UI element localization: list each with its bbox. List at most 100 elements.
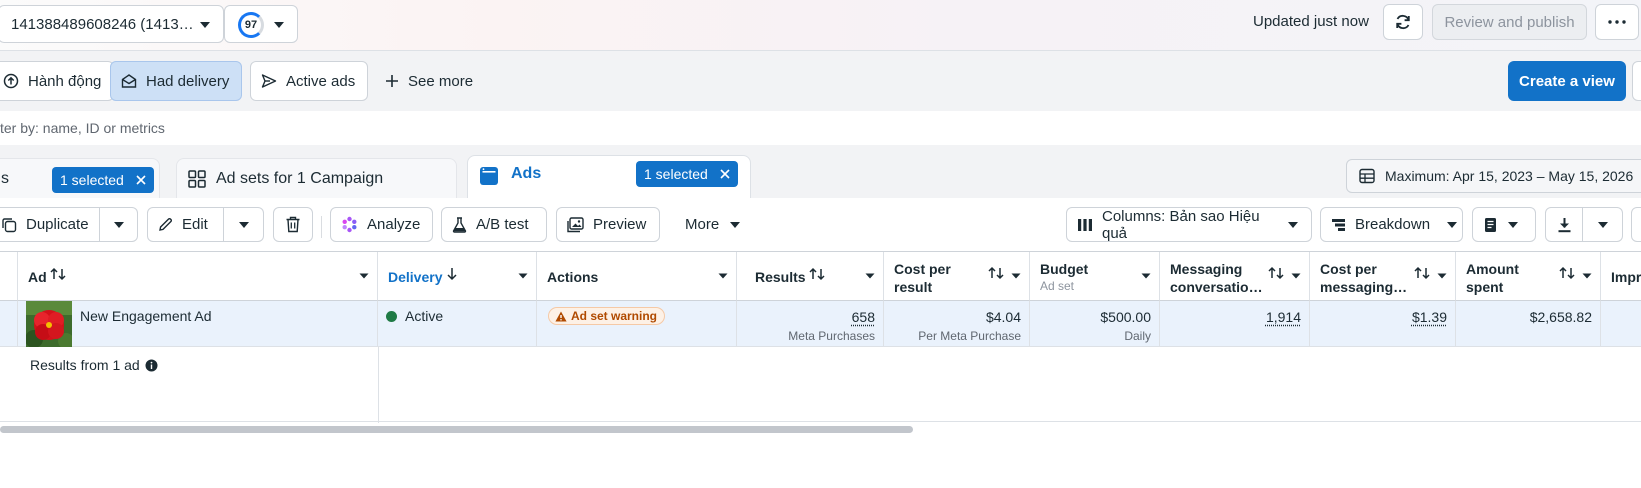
breakdown-label: Breakdown [1355, 216, 1431, 233]
edit-menu-button[interactable] [224, 207, 264, 242]
header-label: Budget [1040, 261, 1089, 277]
chevron-down-icon[interactable] [1141, 273, 1151, 279]
messaging-value[interactable]: 1,914 [1266, 309, 1301, 325]
column-header-messaging[interactable]: Messaging conversatio… [1160, 252, 1310, 301]
opportunity-score-value: 97 [244, 19, 258, 31]
analyze-label: Analyze [367, 216, 421, 233]
tab-ads[interactable]: Ads 1 selected [467, 155, 751, 198]
ads-table: Ad Delivery Actions Results Cost per resu… [0, 251, 1641, 423]
chevron-down-icon [1597, 221, 1609, 229]
breakdown-dropdown[interactable]: Breakdown [1320, 207, 1463, 242]
edit-button[interactable]: Edit [147, 207, 224, 242]
column-header-budget[interactable]: Budget Ad set [1030, 252, 1160, 301]
duplicate-button[interactable]: Duplicate [0, 207, 100, 242]
ab-test-label: A/B test [476, 216, 529, 233]
chevron-down-icon[interactable] [865, 273, 875, 279]
results-summary-label: Results from 1 ad [30, 357, 140, 373]
row-select-cell[interactable] [0, 301, 18, 347]
results-value[interactable]: 658 [852, 309, 875, 325]
search-input[interactable] [0, 117, 600, 139]
chevron-down-icon[interactable] [1011, 273, 1021, 279]
sparkle-icon [341, 216, 358, 233]
sort-icon[interactable] [1414, 266, 1430, 280]
column-header-impressions[interactable]: Impr [1601, 252, 1641, 301]
column-header-cost-per-messaging[interactable]: Cost per messaging… [1310, 252, 1456, 301]
chip-had-delivery[interactable]: Had delivery [110, 61, 243, 101]
cost-per-messaging-value[interactable]: $1.39 [1412, 309, 1447, 325]
sort-icon[interactable] [809, 267, 825, 281]
ab-test-button[interactable]: A/B test [441, 207, 547, 242]
chip-active-ads[interactable]: Active ads [250, 61, 369, 101]
chevron-down-icon[interactable] [359, 273, 369, 279]
column-header-amount-spent[interactable]: Amount spent [1456, 252, 1601, 301]
see-more-button[interactable]: See more [374, 61, 486, 101]
column-header-results[interactable]: Results [737, 252, 884, 301]
ad-account-dropdown[interactable]: 141388489608246 (1413… [0, 5, 224, 43]
date-range-picker[interactable]: Maximum: Apr 15, 2023 – May 15, 2026 [1346, 159, 1641, 193]
sort-icon[interactable] [1268, 266, 1284, 280]
create-a-view-button[interactable]: Create a view [1508, 61, 1626, 101]
more-button[interactable]: More [674, 207, 754, 242]
warning-icon [555, 311, 567, 322]
delete-button[interactable] [273, 207, 313, 242]
tab-ad-sets-label: Ad sets for 1 Campaign [216, 170, 384, 187]
header-line-1: Messaging [1170, 261, 1243, 277]
column-header-cost-per-result[interactable]: Cost per result [884, 252, 1030, 301]
ad-set-warning-badge[interactable]: Ad set warning [548, 307, 666, 325]
column-header-ad[interactable]: Ad [18, 252, 378, 301]
opportunity-score-dropdown[interactable]: 97 [224, 5, 298, 43]
selected-count: 1 selected [644, 166, 708, 182]
chevron-down-icon[interactable] [1291, 273, 1301, 279]
ads-selected-badge[interactable]: 1 selected [636, 161, 738, 187]
chevron-down-icon[interactable] [1437, 273, 1447, 279]
close-icon[interactable] [136, 175, 146, 185]
refresh-icon [1394, 13, 1412, 31]
chevron-down-icon [238, 221, 250, 229]
top-bar: 141388489608246 (1413… 97 Updated just n… [0, 0, 1641, 51]
export-button[interactable] [1545, 207, 1583, 242]
more-options-button[interactable] [1595, 4, 1639, 40]
header-label: Cost per messaging… [1320, 260, 1407, 296]
opportunity-score-ring: 97 [238, 12, 264, 38]
arrow-down-icon[interactable] [446, 267, 458, 281]
budget-value: $500.00 [1100, 309, 1151, 325]
campaigns-selected-badge[interactable]: 1 selected [52, 167, 154, 193]
columns-dropdown[interactable]: Columns: Bản sao Hiệu quả [1066, 207, 1312, 242]
toolbar-edge-button[interactable] [1631, 207, 1641, 242]
duplicate-label: Duplicate [26, 216, 89, 233]
actions-cell: Ad set warning [537, 301, 737, 347]
sort-icon[interactable] [1559, 266, 1575, 280]
sort-icon[interactable] [988, 266, 1004, 280]
header-label: Delivery [388, 269, 443, 285]
column-header-actions[interactable]: Actions [537, 252, 737, 301]
cost-per-result-value: $4.04 [985, 309, 1021, 325]
select-column-header [0, 252, 18, 301]
column-header-delivery[interactable]: Delivery [378, 252, 537, 301]
review-and-publish-button[interactable]: Review and publish [1432, 4, 1587, 40]
chevron-down-icon[interactable] [718, 273, 728, 279]
columns-icon [1077, 218, 1093, 232]
ad-name-cell[interactable]: New Engagement Ad [18, 301, 378, 347]
header-label: Messaging conversatio… [1170, 260, 1263, 296]
export-menu-button[interactable] [1583, 207, 1623, 242]
analyze-button[interactable]: Analyze [330, 207, 433, 242]
ad-name[interactable]: New Engagement Ad [80, 308, 212, 324]
info-icon[interactable] [145, 359, 158, 372]
duplicate-menu-button[interactable] [100, 207, 138, 242]
edge-button[interactable] [1632, 61, 1641, 101]
pencil-icon [158, 217, 173, 232]
close-icon[interactable] [720, 169, 730, 179]
reports-dropdown[interactable] [1472, 207, 1536, 242]
tab-ad-sets[interactable]: Ad sets for 1 Campaign [176, 158, 457, 198]
table-row[interactable]: New Engagement Ad Active Ad set warning … [0, 301, 1641, 347]
header-line-1: Amount [1466, 261, 1519, 277]
preview-button[interactable]: Preview [556, 207, 660, 242]
horizontal-scrollbar[interactable] [0, 426, 913, 433]
chevron-down-icon[interactable] [518, 273, 528, 279]
tab-campaigns[interactable]: s 1 selected [0, 158, 160, 198]
refresh-button[interactable] [1383, 4, 1423, 40]
chevron-down-icon[interactable] [1582, 273, 1592, 279]
chip-label: Active ads [286, 72, 356, 90]
sort-icon[interactable] [50, 267, 66, 281]
chip-hanh-dong[interactable]: Hành động [0, 61, 115, 101]
